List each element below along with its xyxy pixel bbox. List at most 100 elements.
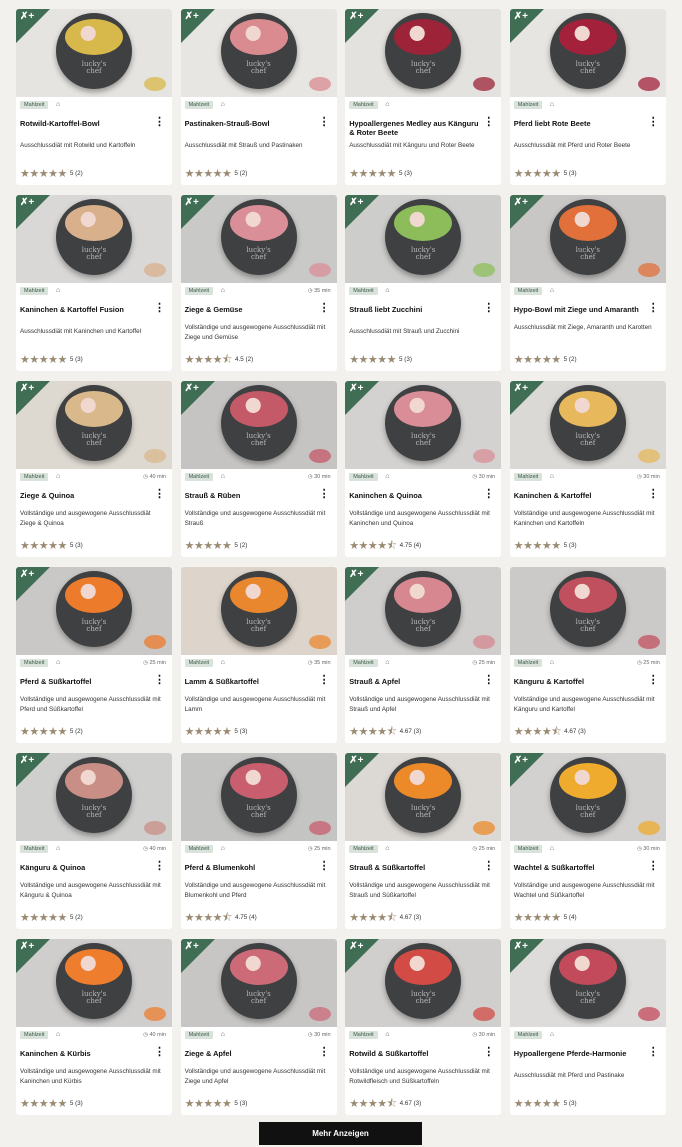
product-card[interactable]: lucky's chef ✗+ Mahlzeit ⌂ Kaninchen & Karto… [16,195,172,371]
more-options-icon[interactable]: ⋮ [483,489,494,500]
more-options-icon[interactable]: ⋮ [483,861,494,872]
more-options-icon[interactable]: ⋮ [483,675,494,686]
load-more-button[interactable]: Mehr Anzeigen [259,1122,422,1145]
more-options-icon[interactable]: ⋮ [648,117,659,128]
product-card[interactable]: lucky's chef ✗+ Mahlzeit ⌂ ◷ 30 min Wachtel &… [509,753,666,929]
more-options-icon[interactable]: ⋮ [319,1047,330,1058]
product-card[interactable]: lucky's chef ✗+ Mahlzeit ⌂ Strauß liebt Zucc… [345,195,502,371]
product-image[interactable]: lucky's chef [180,567,337,655]
more-options-icon[interactable]: ⋮ [483,1047,494,1058]
product-title[interactable]: Pferd & Süßkartoffel [20,677,154,686]
product-card[interactable]: lucky's chef ✗+ Mahlzeit ⌂ ◷ 30 min Kaninchen… [345,381,502,557]
product-title[interactable]: Hypoallergene Pferde-Harmonie [514,1049,648,1058]
product-image[interactable]: lucky's chef ✗+ [345,567,502,655]
product-title[interactable]: Kaninchen & Kürbis [20,1049,154,1058]
product-image[interactable]: lucky's chef ✗+ [345,939,502,1027]
more-options-icon[interactable]: ⋮ [648,1047,659,1058]
product-image[interactable]: lucky's chef ✗+ [180,381,337,469]
product-card[interactable]: lucky's chef ✗+ Mahlzeit ⌂ Pferd liebt Rote … [509,9,666,185]
product-image[interactable]: lucky's chef ✗+ [509,939,666,1027]
product-image[interactable]: lucky's chef ✗+ [16,939,172,1027]
product-card[interactable]: lucky's chef Mahlzeit ⌂ ◷ 25 min Pferd & Blu… [180,753,337,929]
product-card[interactable]: lucky's chef ✗+ Mahlzeit ⌂ Pastinaken-Strauß… [180,9,337,185]
product-title[interactable]: Rotwild-Kartoffel-Bowl [20,119,154,128]
product-image[interactable]: lucky's chef ✗+ [180,195,337,283]
more-options-icon[interactable]: ⋮ [319,117,330,128]
more-options-icon[interactable]: ⋮ [319,303,330,314]
product-title[interactable]: Pastinaken-Strauß-Bowl [185,119,319,128]
product-image[interactable]: lucky's chef [509,567,666,655]
product-card[interactable]: lucky's chef ✗+ Mahlzeit ⌂ ◷ 30 min Rotwild &… [345,939,502,1115]
more-options-icon[interactable]: ⋮ [154,1047,165,1058]
more-options-icon[interactable]: ⋮ [154,675,165,686]
more-options-icon[interactable]: ⋮ [648,303,659,314]
more-options-icon[interactable]: ⋮ [154,489,165,500]
product-image[interactable]: lucky's chef ✗+ [180,939,337,1027]
product-card[interactable]: lucky's chef ✗+ Mahlzeit ⌂ ◷ 25 min Strauß & … [345,753,502,929]
more-options-icon[interactable]: ⋮ [648,489,659,500]
product-card[interactable]: lucky's chef ✗+ Mahlzeit ⌂ ◷ 25 min Strauß & … [345,567,502,743]
more-options-icon[interactable]: ⋮ [319,861,330,872]
product-card[interactable]: lucky's chef ✗+ Mahlzeit ⌂ ◷ 30 min Ziege & A… [180,939,337,1115]
product-title[interactable]: Strauß & Rüben [185,491,319,500]
product-card[interactable]: lucky's chef ✗+ Mahlzeit ⌂ Hypo-Bowl mit Zie… [509,195,666,371]
product-title[interactable]: Strauß liebt Zucchini [349,305,483,314]
product-card[interactable]: lucky's chef ✗+ Mahlzeit ⌂ Rotwild-Kartoffel… [16,9,172,185]
product-image[interactable]: lucky's chef ✗+ [16,195,172,283]
product-title[interactable]: Hypo-Bowl mit Ziege und Amaranth [514,305,648,314]
product-card[interactable]: lucky's chef Mahlzeit ⌂ ◷ 35 min Lamm & Süßk… [180,567,337,743]
product-card[interactable]: lucky's chef ✗+ Mahlzeit ⌂ ◷ 40 min Känguru &… [16,753,172,929]
product-title[interactable]: Ziege & Quinoa [20,491,154,500]
product-image[interactable]: lucky's chef ✗+ [180,9,337,97]
more-options-icon[interactable]: ⋮ [483,303,494,314]
more-options-icon[interactable]: ⋮ [154,861,165,872]
product-image[interactable]: lucky's chef ✗+ [345,195,502,283]
product-image[interactable]: lucky's chef ✗+ [509,195,666,283]
product-title[interactable]: Känguru & Quinoa [20,863,154,872]
more-options-icon[interactable]: ⋮ [648,861,659,872]
product-image[interactable]: lucky's chef ✗+ [509,9,666,97]
product-title[interactable]: Rotwild & Süßkartoffel [349,1049,483,1058]
product-card[interactable]: lucky's chef ✗+ Mahlzeit ⌂ ◷ 30 min Kaninchen… [509,381,666,557]
product-title[interactable]: Pferd & Blumenkohl [185,863,319,872]
product-image[interactable]: lucky's chef ✗+ [345,753,502,841]
card-meta: Mahlzeit ⌂ ◷ 35 min [184,659,333,669]
product-image[interactable]: lucky's chef ✗+ [509,381,666,469]
plus-badge-icon: ✗+ [20,197,35,208]
product-image[interactable]: lucky's chef ✗+ [16,9,172,97]
more-options-icon[interactable]: ⋮ [648,675,659,686]
rating-text: 4.75 (4) [234,914,257,922]
product-card[interactable]: lucky's chef ✗+ Mahlzeit ⌂ Hypoallergenes Me… [345,9,502,185]
product-image[interactable]: lucky's chef ✗+ [16,381,172,469]
product-title[interactable]: Kaninchen & Kartoffel Fusion [20,305,154,314]
product-title[interactable]: Kaninchen & Kartoffel [514,491,648,500]
product-title[interactable]: Ziege & Gemüse [185,305,319,314]
product-image[interactable]: lucky's chef [180,753,337,841]
product-title[interactable]: Ziege & Apfel [185,1049,319,1058]
product-image[interactable]: lucky's chef ✗+ [16,753,172,841]
more-options-icon[interactable]: ⋮ [483,117,494,128]
product-card[interactable]: lucky's chef ✗+ Mahlzeit ⌂ ◷ 40 min Ziege & Q… [16,381,172,557]
product-card[interactable]: lucky's chef ✗+ Mahlzeit ⌂ ◷ 30 min Strauß & … [180,381,337,557]
product-card[interactable]: lucky's chef ✗+ Mahlzeit ⌂ ◷ 25 min Pferd & S… [16,567,172,743]
product-title[interactable]: Kaninchen & Quinoa [349,491,483,500]
product-title[interactable]: Wachtel & Süßkartoffel [514,863,648,872]
product-title[interactable]: Lamm & Süßkartoffel [185,677,319,686]
more-options-icon[interactable]: ⋮ [154,303,165,314]
more-options-icon[interactable]: ⋮ [319,489,330,500]
product-image[interactable]: lucky's chef ✗+ [509,753,666,841]
product-title[interactable]: Känguru & Kartoffel [514,677,648,686]
product-image[interactable]: lucky's chef ✗+ [345,381,502,469]
more-options-icon[interactable]: ⋮ [319,675,330,686]
product-title[interactable]: Pferd liebt Rote Beete [514,119,648,128]
more-options-icon[interactable]: ⋮ [154,117,165,128]
product-title[interactable]: Hypoallergenes Medley aus Känguru & Rote… [349,119,483,137]
product-card[interactable]: lucky's chef ✗+ Mahlzeit ⌂ ◷ 40 min Kaninchen… [16,939,172,1115]
product-image[interactable]: lucky's chef ✗+ [345,9,502,97]
product-card[interactable]: lucky's chef Mahlzeit ⌂ ◷ 25 min Känguru & K… [509,567,666,743]
product-title[interactable]: Strauß & Süßkartoffel [349,863,483,872]
product-card[interactable]: lucky's chef ✗+ Mahlzeit ⌂ Hypoallergene Pfe… [509,939,666,1115]
product-image[interactable]: lucky's chef ✗+ [16,567,172,655]
product-title[interactable]: Strauß & Apfel [349,677,483,686]
product-card[interactable]: lucky's chef ✗+ Mahlzeit ⌂ ◷ 35 min Ziege & G… [180,195,337,371]
